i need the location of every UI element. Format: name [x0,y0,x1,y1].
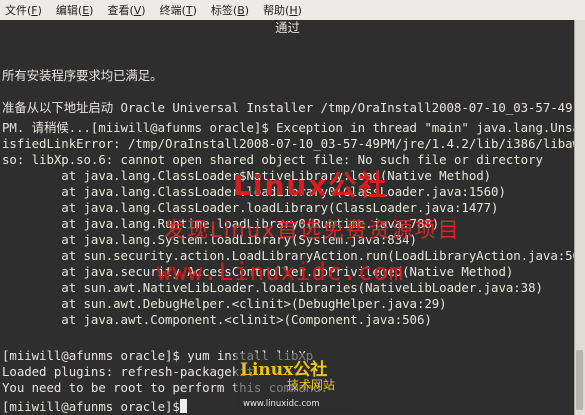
terminal-prompt: [miiwill@afunms oracle]$ [2,399,188,414]
logo-url: www.linuxidc.com [243,399,320,409]
terminal-line: at java.lang.ClassLoader.loadLibrary(Cla… [2,200,499,215]
terminal-line: at sun.awt.DebugHelper.<clinit>(DebugHel… [2,296,447,311]
terminal-line: at java.lang.ClassLoader$NativeLibrary.l… [2,168,492,183]
menu-tabs[interactable]: 标签(B) [204,2,256,18]
menu-bar: 文件(F) 编辑(E) 查看(V) 终端(T) 标签(B) 帮助(H) [0,0,585,21]
menu-help[interactable]: 帮助(H) [256,2,309,18]
terminal-line: 通过 [275,20,300,35]
terminal-line: so: libXp.so.6: cannot open shared objec… [2,152,543,167]
terminal-line: at java.lang.Runtime.loadLibrary0(Runtim… [2,216,440,231]
terminal-line: at java.lang.System.loadLibrary(System.j… [2,232,417,247]
logo-subtitle: 技术网站 [287,378,336,392]
terminal-line: Loaded plugins: refresh-packagekit [2,364,254,379]
menu-edit[interactable]: 编辑(E) [49,2,101,18]
scrollbar-thumb[interactable] [576,350,583,410]
terminal-line: 准备从以下地址启动 Oracle Universal Installer /tm… [2,100,573,115]
terminal-line: at java.security.AccessController.doPriv… [2,264,514,279]
terminal-line: at sun.awt.NativeLibLoader.loadLibraries… [2,280,543,295]
terminal-line: PM. 请稍候...[miiwill@afunms oracle]$ Excep… [2,120,575,135]
watermark-logo: Linux公社 技术网站 www.linuxidc.com [235,353,352,413]
menu-terminal[interactable]: 终端(T) [153,2,204,18]
terminal-line: at java.lang.ClassLoader.loadLibrary0(Cl… [2,184,506,199]
terminal-line: at java.awt.Component.<clinit>(Component… [2,312,432,327]
terminal-line: 所有安装程序要求均已满足。 [2,68,163,83]
terminal-scrollbar[interactable] [574,20,585,415]
menu-view[interactable]: 查看(V) [100,2,152,18]
terminal-line: at sun.security.action.LoadLibraryAction… [2,248,575,263]
terminal-line: isfiedLinkError: /tmp/OraInstall2008-07-… [2,136,575,151]
text-cursor [180,399,187,413]
menu-file[interactable]: 文件(F) [0,2,49,18]
